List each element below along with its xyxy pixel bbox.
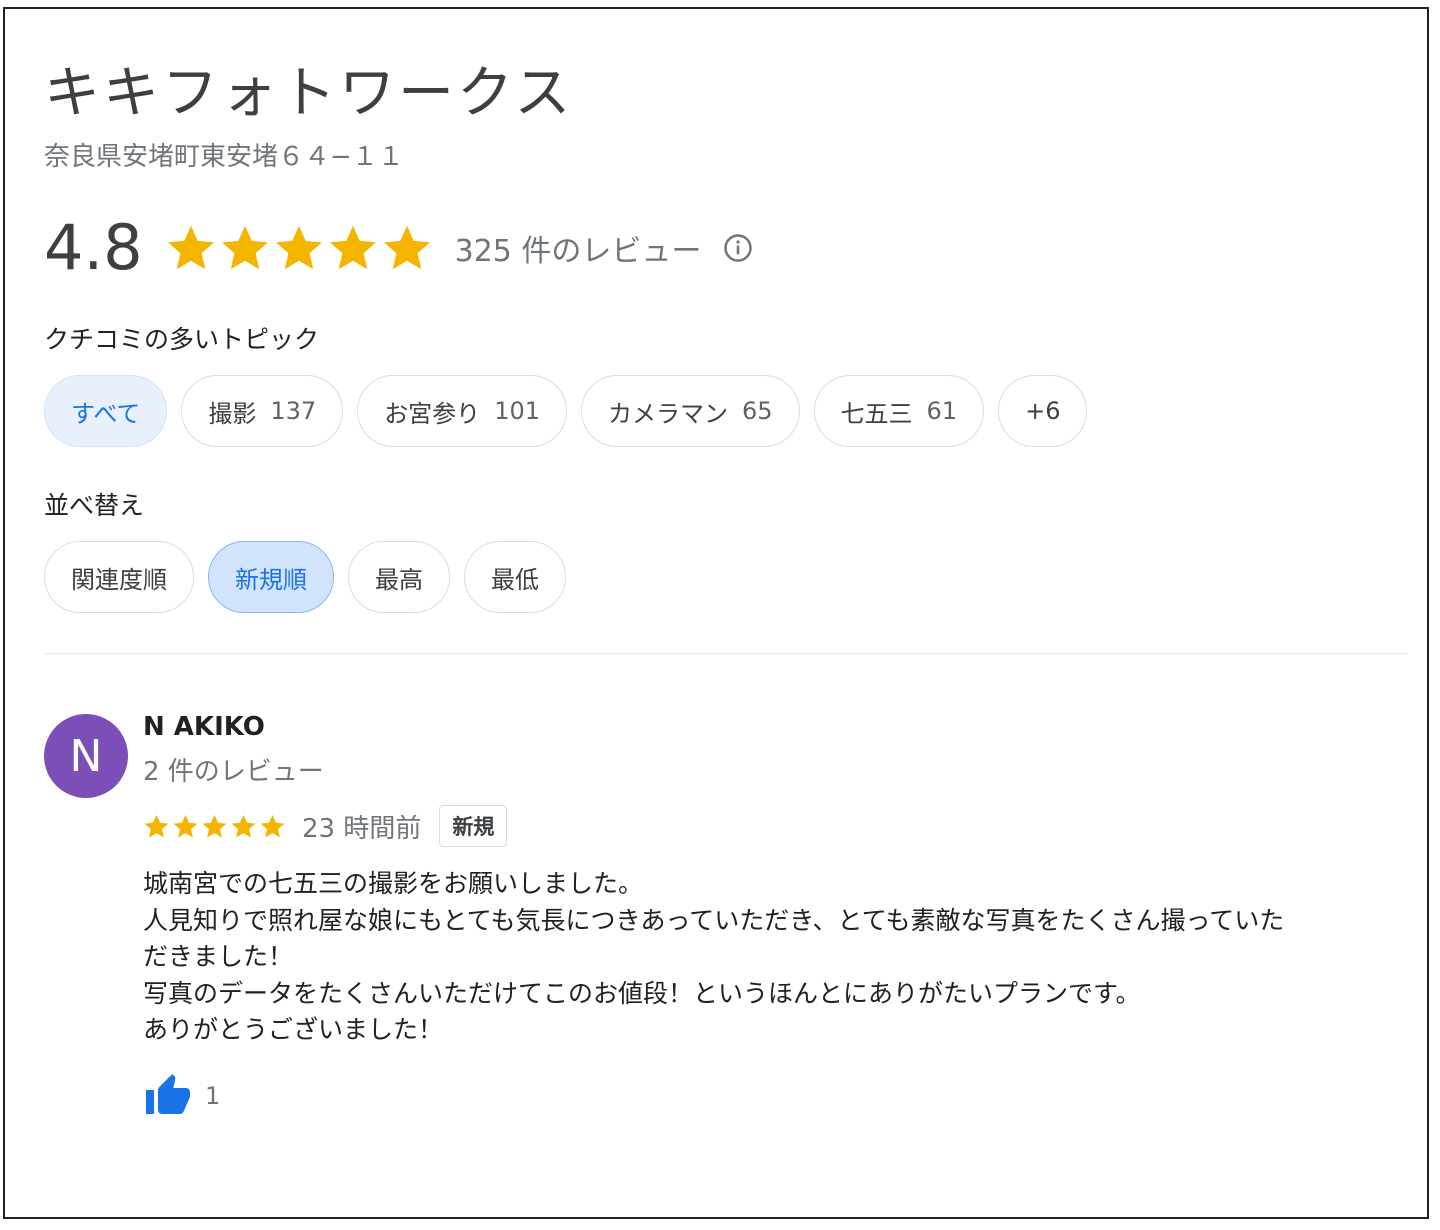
star-icon bbox=[260, 814, 285, 838]
chip-count: 61 bbox=[926, 397, 958, 425]
info-icon[interactable] bbox=[723, 233, 753, 263]
star-icon bbox=[167, 225, 214, 270]
chip-label: 七五三 bbox=[840, 399, 913, 428]
like-count: 1 bbox=[205, 1082, 221, 1110]
review-text-line: 人見知りで照れ屋な娘にもとても気長につきあっていただき、とても素敵な写真をたくさ… bbox=[143, 905, 1285, 935]
sort-lowest[interactable]: 最低 bbox=[464, 541, 566, 613]
star-icon bbox=[275, 225, 322, 270]
thumbs-up-icon[interactable] bbox=[143, 1072, 193, 1120]
sort-relevance[interactable]: 関連度順 bbox=[44, 541, 194, 613]
rating-stars bbox=[165, 222, 433, 274]
star-icon bbox=[329, 225, 376, 270]
chip-label: 最低 bbox=[491, 565, 539, 594]
place-reviews-panel: キキフォトワークス 奈良県安堵町東安堵６４−１１ 4.8 325 件のレビュー … bbox=[0, 0, 1440, 1230]
topic-chip-photographer[interactable]: カメラマン 65 bbox=[581, 375, 800, 447]
review-rating-line: 23 時間前 新規 bbox=[143, 805, 508, 847]
topics-heading: クチコミの多いトピック bbox=[44, 325, 320, 354]
sort-heading: 並べ替え bbox=[44, 491, 145, 520]
review-stars bbox=[143, 813, 286, 840]
review-text-line: 城南宮での七五三の撮影をお願いしました。 bbox=[143, 869, 644, 898]
topic-chip-more[interactable]: +6 bbox=[998, 375, 1088, 447]
review-time: 23 時間前 bbox=[302, 813, 422, 844]
review-text-line: だきました！ bbox=[143, 942, 294, 971]
star-icon bbox=[221, 225, 268, 270]
star-icon bbox=[231, 814, 256, 838]
divider bbox=[44, 653, 1408, 654]
review-text: 城南宮での七五三の撮影をお願いしました。 人見知りで照れ屋な娘にもとても気長につ… bbox=[143, 866, 1413, 1049]
chip-count: 101 bbox=[494, 397, 540, 425]
topic-chip-shichigosan[interactable]: 七五三 61 bbox=[813, 375, 985, 447]
sort-newest[interactable]: 新規順 bbox=[208, 541, 334, 613]
review-text-line: ありがとうございました！ bbox=[143, 1015, 444, 1044]
business-address: 奈良県安堵町東安堵６４−１１ bbox=[44, 142, 404, 172]
chip-label: 撮影 bbox=[208, 399, 257, 428]
star-icon bbox=[173, 814, 198, 838]
chip-count: 137 bbox=[270, 397, 317, 425]
business-name: キキフォトワークス bbox=[44, 61, 574, 126]
topic-chips: すべて 撮影 137 お宮参り 101 カメラマン 65 七五三 61 +6 bbox=[44, 375, 1088, 447]
topic-chip-shrine-visit[interactable]: お宮参り 101 bbox=[357, 375, 567, 447]
review-text-line: 写真のデータをたくさんいただけてこのお値段！というほんとにありがたいプランです。 bbox=[143, 978, 1141, 1008]
star-icon bbox=[383, 225, 430, 270]
chip-label: +6 bbox=[1025, 397, 1061, 425]
chip-label: すべて bbox=[71, 399, 141, 428]
star-icon bbox=[202, 814, 227, 838]
reviewer-name[interactable]: N AKIKO bbox=[143, 712, 265, 742]
avatar[interactable]: N bbox=[44, 714, 128, 798]
chip-label: 新規順 bbox=[235, 565, 307, 594]
topic-chip-photography[interactable]: 撮影 137 bbox=[181, 375, 344, 447]
star-icon bbox=[144, 814, 169, 838]
rating-value: 4.8 bbox=[44, 211, 143, 284]
rating-summary: 4.8 325 件のレビュー bbox=[44, 208, 753, 288]
chip-label: カメラマン bbox=[608, 399, 728, 428]
reviewer-review-count: 2 件のレビュー bbox=[143, 757, 324, 787]
sort-chips: 関連度順 新規順 最高 最低 bbox=[44, 541, 566, 613]
like-row: 1 bbox=[143, 1072, 220, 1120]
chip-count: 65 bbox=[742, 397, 773, 425]
chip-label: お宮参り bbox=[384, 399, 481, 428]
chip-label: 関連度順 bbox=[71, 565, 167, 594]
topic-chip-all[interactable]: すべて bbox=[44, 375, 168, 447]
sort-highest[interactable]: 最高 bbox=[348, 541, 450, 613]
new-badge: 新規 bbox=[439, 805, 508, 847]
review-count: 325 件のレビュー bbox=[454, 234, 702, 269]
chip-label: 最高 bbox=[375, 565, 423, 594]
